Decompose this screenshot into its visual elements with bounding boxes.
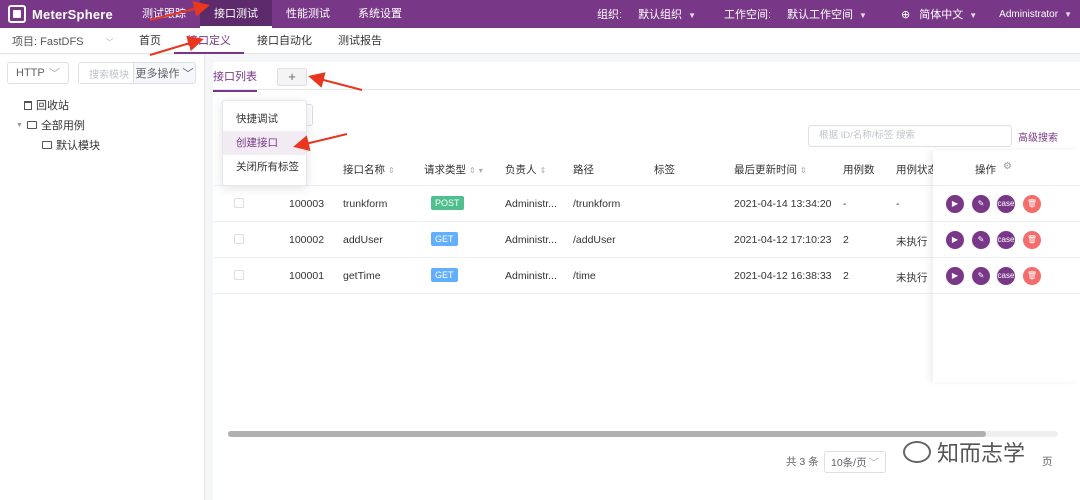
watermark: 知而志学 [903,436,1025,468]
watermark-text: 知而志学 [937,441,1026,466]
arrow-to-create-api [293,133,348,151]
wechat-icon [903,441,931,463]
annotation-arrows [149,1,363,151]
arrow-to-api-definition [149,35,204,56]
arrow-to-add-tab [308,72,363,91]
arrow-to-api-test [149,1,210,21]
